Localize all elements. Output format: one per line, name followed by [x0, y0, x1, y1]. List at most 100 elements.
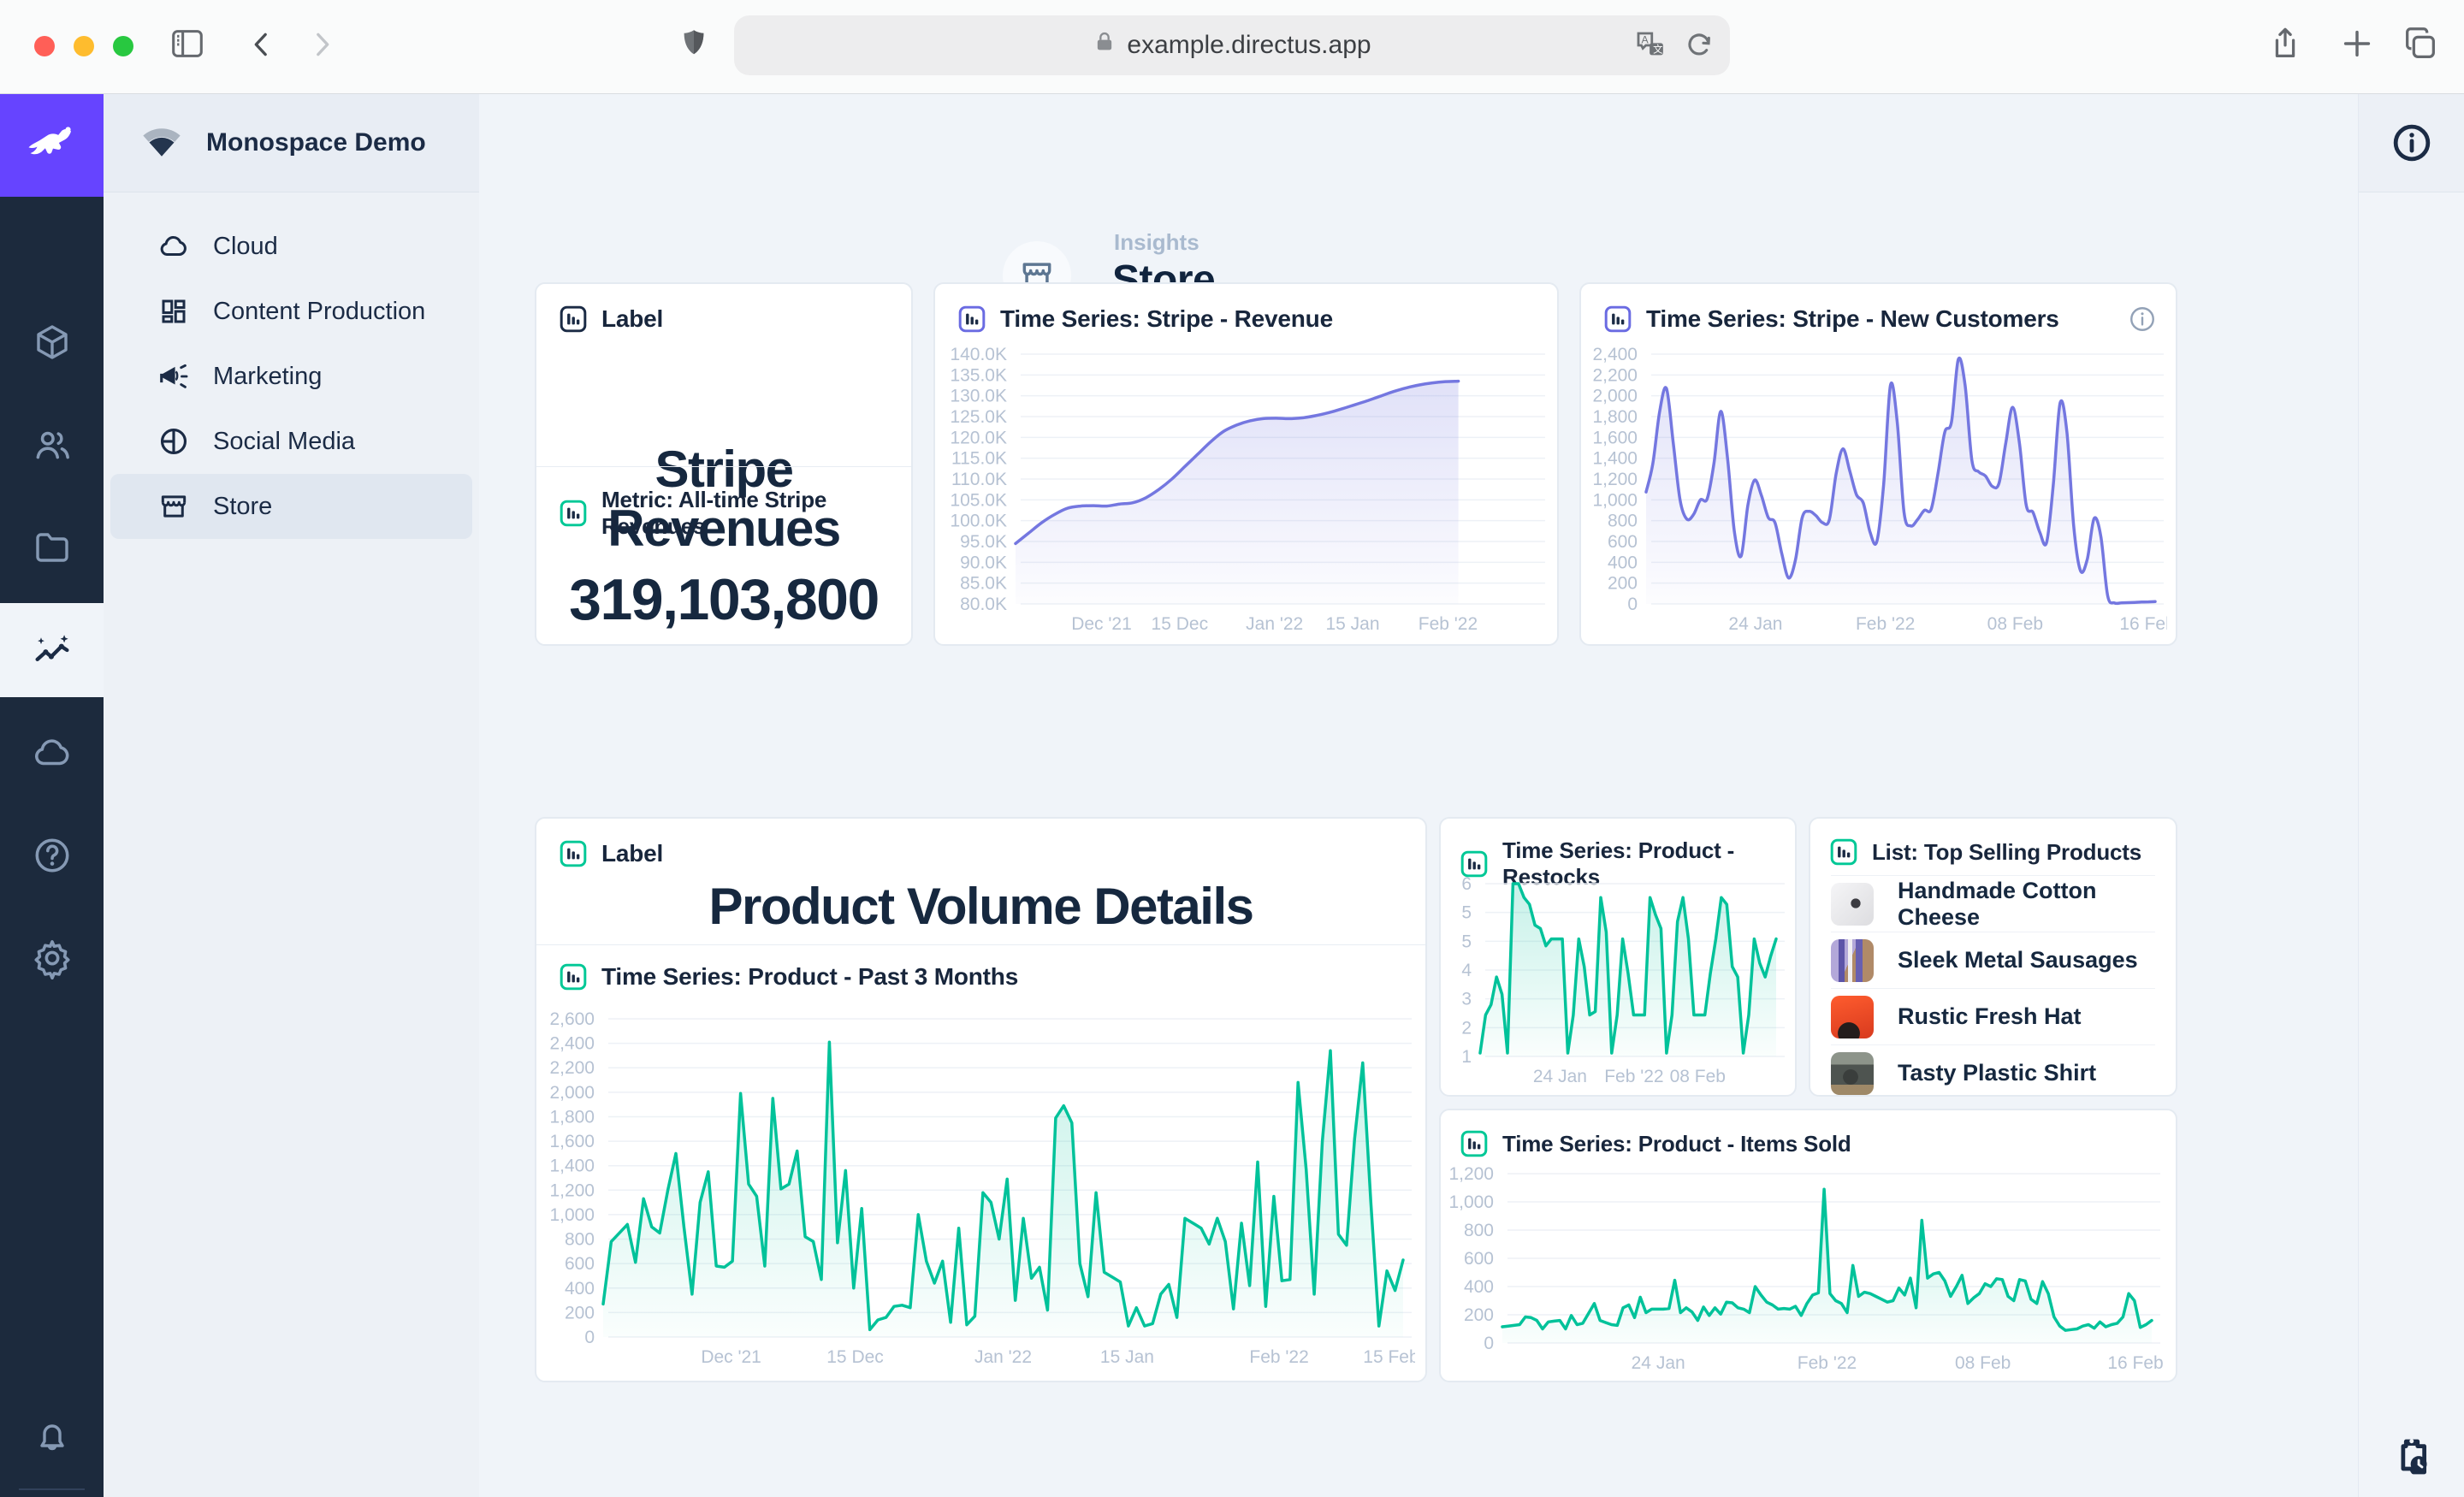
product-items-sold-chart: 02004006008001,0001,20024 JanFeb '2208 F…: [1449, 1165, 2164, 1376]
tabs-overview-icon[interactable]: [2401, 24, 2440, 68]
sidebar-item-marketing[interactable]: Marketing: [110, 344, 472, 409]
notifications-button[interactable]: [0, 1390, 104, 1484]
panel-title: Time Series: Stripe - Revenue: [1000, 305, 1333, 333]
svg-text:1,400: 1,400: [1592, 449, 1638, 469]
module-bar: [0, 94, 104, 1497]
svg-text:16 Feb: 16 Feb: [2119, 614, 2167, 634]
panel-type-icon: [559, 305, 588, 334]
svg-text:200: 200: [565, 1303, 595, 1322]
svg-text:15 Feb: 15 Feb: [1363, 1347, 1415, 1367]
panel-title: Label: [601, 305, 663, 333]
module-insights-active[interactable]: [0, 603, 104, 697]
svg-text:5: 5: [1461, 932, 1472, 951]
module-users[interactable]: [0, 398, 104, 492]
panel-title: Metric: All-time Stripe Revenues: [601, 487, 911, 540]
share-icon[interactable]: [2266, 24, 2305, 68]
svg-text:2,000: 2,000: [1592, 387, 1638, 406]
panel-header: Label: [559, 305, 663, 334]
minimize-window-button[interactable]: [74, 36, 94, 56]
module-cloud[interactable]: [0, 706, 104, 800]
sidebar-item-label: Social Media: [213, 428, 355, 456]
svg-text:600: 600: [565, 1254, 595, 1274]
panel-top-selling-products[interactable]: List: Top Selling Products Handmade Cott…: [1809, 817, 2177, 1097]
info-circle-icon: [2390, 121, 2434, 165]
panel-product-restocks[interactable]: Time Series: Product - Restocks 12345562…: [1439, 817, 1797, 1097]
shield-icon[interactable]: [676, 26, 712, 66]
reload-icon[interactable]: [1682, 27, 1716, 70]
list-item[interactable]: Sleek Metal Sausages: [1831, 932, 2155, 988]
list-item[interactable]: Rustic Fresh Hat: [1831, 988, 2155, 1044]
panel-header: Time Series: Product - Items Sold: [1460, 1129, 1851, 1158]
svg-text:2,200: 2,200: [1592, 365, 1638, 385]
stripe-new-customers-chart: 02004006008001,0001,2001,4001,6001,8002,…: [1590, 346, 2167, 636]
module-help[interactable]: [0, 808, 104, 902]
close-window-button[interactable]: [34, 36, 55, 56]
svg-text:1,600: 1,600: [1592, 428, 1638, 447]
svg-text:Feb '22: Feb '22: [1798, 1353, 1857, 1373]
panel-stripe-revenue[interactable]: Time Series: Stripe - Revenue 80.0K85.0K…: [933, 282, 1559, 646]
svg-text:800: 800: [565, 1230, 595, 1250]
module-settings[interactable]: [0, 911, 104, 1005]
project-header[interactable]: Monospace Demo: [104, 94, 479, 192]
panel-header: Metric: All-time Stripe Revenues: [559, 487, 911, 540]
product-restocks-chart: 123455624 JanFeb '2208 Feb: [1448, 875, 1788, 1089]
panel-product-volume[interactable]: Label Product Volume Details Time Series…: [535, 817, 1427, 1382]
svg-text:90.0K: 90.0K: [960, 553, 1007, 572]
panel-divider: [536, 466, 911, 467]
folder-icon: [32, 527, 73, 568]
panel-info-icon[interactable]: [2128, 305, 2157, 338]
svg-text:800: 800: [1608, 512, 1638, 531]
panel-product-items-sold[interactable]: Time Series: Product - Items Sold 020040…: [1439, 1109, 2177, 1382]
module-files[interactable]: [0, 500, 104, 595]
svg-text:80.0K: 80.0K: [960, 595, 1007, 614]
panel-header: Time Series: Stripe - New Customers: [1603, 305, 2059, 334]
directus-logo[interactable]: [0, 94, 104, 197]
insights-sparkline-icon: [30, 628, 74, 672]
page-header: Insights Store: [479, 94, 2358, 265]
svg-text:1,400: 1,400: [549, 1157, 595, 1176]
sidebar-toggle-icon[interactable]: [168, 24, 207, 68]
fullscreen-window-button[interactable]: [113, 36, 133, 56]
panel-title: Label: [601, 840, 663, 867]
list-item[interactable]: Handmade Cotton Cheese: [1831, 875, 2155, 932]
nav-list: Cloud Content Production Marketing Socia…: [104, 214, 479, 539]
panel-stripe-new-customers[interactable]: Time Series: Stripe - New Customers 0200…: [1579, 282, 2177, 646]
svg-text:1,000: 1,000: [1449, 1192, 1494, 1212]
product-thumbnail: [1831, 1052, 1874, 1095]
list-item[interactable]: Tasty Plastic Shirt: [1831, 1044, 2155, 1101]
sidebar-item-social-media[interactable]: Social Media: [110, 409, 472, 474]
forward-icon[interactable]: [305, 27, 339, 66]
sidebar-item-label: Store: [213, 493, 272, 521]
dashboard-grid-icon: [157, 296, 191, 327]
users-icon: [31, 423, 74, 466]
svg-text:16 Feb: 16 Feb: [2107, 1353, 2163, 1373]
cloud-icon: [157, 230, 191, 263]
svg-text:24 Jan: 24 Jan: [1728, 614, 1782, 634]
panel-title: List: Top Selling Products: [1872, 839, 2141, 866]
megaphone-icon: [157, 360, 191, 393]
info-sidebar-button[interactable]: [2359, 94, 2464, 192]
product-name: Tasty Plastic Shirt: [1898, 1060, 2096, 1086]
panel-label-stripe[interactable]: Label Stripe Revenues Metric: All-time S…: [535, 282, 913, 646]
panel-type-icon: [559, 839, 588, 868]
svg-text:1,200: 1,200: [1592, 470, 1638, 489]
sidebar-item-content-production[interactable]: Content Production: [110, 279, 472, 344]
svg-text:6: 6: [1461, 875, 1472, 894]
sidebar-item-cloud[interactable]: Cloud: [110, 214, 472, 279]
breadcrumb[interactable]: Insights: [1114, 229, 1199, 256]
panel-header: Time Series: Product - Past 3 Months: [559, 962, 1018, 991]
address-bar[interactable]: example.directus.app A文: [734, 15, 1730, 75]
panel-title: Time Series: Stripe - New Customers: [1646, 305, 2059, 333]
product-name: Rustic Fresh Hat: [1898, 1003, 2082, 1030]
storefront-icon: [157, 490, 191, 523]
sidebar-item-label: Content Production: [213, 298, 425, 326]
translate-icon[interactable]: A文: [1632, 27, 1668, 70]
panel-type-icon: [1829, 837, 1858, 867]
activity-log-button[interactable]: [2359, 1416, 2464, 1497]
back-icon[interactable]: [245, 27, 279, 66]
bell-icon: [32, 1417, 73, 1458]
sidebar-item-store[interactable]: Store: [110, 474, 472, 539]
new-tab-icon[interactable]: [2337, 24, 2377, 68]
module-collections[interactable]: [0, 295, 104, 389]
svg-text:Feb '22: Feb '22: [1856, 614, 1915, 634]
